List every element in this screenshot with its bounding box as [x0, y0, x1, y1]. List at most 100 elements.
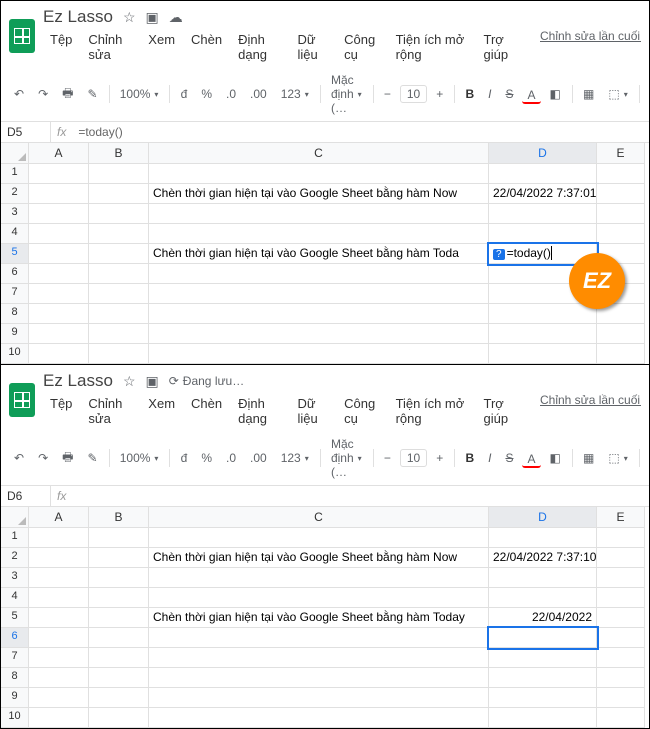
textcolor-button[interactable]: A: [522, 449, 540, 468]
undo-icon[interactable]: ↶: [9, 84, 29, 104]
namebox[interactable]: D5: [1, 122, 51, 142]
numfmt-button[interactable]: 123: [276, 448, 314, 468]
selectall-corner[interactable]: [1, 507, 29, 528]
strike-button[interactable]: S: [500, 448, 518, 468]
move-icon[interactable]: ▣: [146, 373, 159, 390]
col-C[interactable]: C: [149, 143, 489, 164]
fontsize-dec[interactable]: −: [379, 84, 396, 104]
bold-button[interactable]: B: [460, 84, 479, 104]
numfmt-button[interactable]: 123: [276, 84, 314, 104]
row-9[interactable]: 9: [1, 688, 29, 708]
redo-icon[interactable]: ↷: [33, 448, 53, 468]
percent-button[interactable]: %: [196, 84, 217, 104]
row-6[interactable]: 6: [1, 264, 29, 284]
dec-more-button[interactable]: .00: [245, 84, 272, 104]
undo-icon[interactable]: ↶: [9, 448, 29, 468]
spreadsheet-grid[interactable]: A B C D E 1 2Chèn thời gian hiện tại vào…: [1, 143, 649, 364]
last-edit-link[interactable]: Chỉnh sửa lần cuối vài giâ: [540, 29, 641, 65]
move-icon[interactable]: ▣: [146, 9, 159, 26]
font-dropdown[interactable]: Mặc định (…: [326, 434, 367, 482]
currency-button[interactable]: đ: [176, 84, 193, 104]
selectall-corner[interactable]: [1, 143, 29, 164]
row-4[interactable]: 4: [1, 224, 29, 244]
zoom-dropdown[interactable]: 100%: [115, 448, 164, 468]
fillcolor-icon[interactable]: ◧: [545, 448, 566, 468]
menu-extensions[interactable]: Tiện ích mở rộng: [389, 29, 475, 65]
cell-C5[interactable]: Chèn thời gian hiện tại vào Google Sheet…: [149, 244, 489, 264]
formula-input[interactable]: [72, 486, 649, 506]
col-A[interactable]: A: [29, 507, 89, 528]
col-B[interactable]: B: [89, 143, 149, 164]
menu-insert[interactable]: Chèn: [184, 393, 229, 429]
cell-D2[interactable]: 22/04/2022 7:37:10: [489, 548, 597, 568]
fontsize-dec[interactable]: −: [379, 448, 396, 468]
row-7[interactable]: 7: [1, 648, 29, 668]
cell-D6[interactable]: [489, 628, 597, 648]
menu-tools[interactable]: Công cụ: [337, 29, 386, 65]
fontsize-inc[interactable]: +: [431, 448, 448, 468]
menu-tools[interactable]: Công cụ: [337, 393, 386, 429]
last-edit-link[interactable]: Chỉnh sửa lần cuối vài giâ: [540, 393, 641, 429]
menu-help[interactable]: Trợ giúp: [477, 393, 526, 429]
dec-less-button[interactable]: .0: [221, 448, 241, 468]
row-2[interactable]: 2: [1, 548, 29, 568]
menu-insert[interactable]: Chèn: [184, 29, 229, 65]
col-E[interactable]: E: [597, 143, 645, 164]
menu-view[interactable]: Xem: [141, 393, 182, 429]
row-5[interactable]: 5: [1, 244, 29, 264]
dec-less-button[interactable]: .0: [221, 84, 241, 104]
dec-more-button[interactable]: .00: [245, 448, 272, 468]
cell-C2[interactable]: Chèn thời gian hiện tại vào Google Sheet…: [149, 184, 489, 204]
row-3[interactable]: 3: [1, 204, 29, 224]
paintformat-icon[interactable]: ✎: [82, 448, 102, 468]
merge-icon[interactable]: ⬚: [603, 84, 632, 104]
fillcolor-icon[interactable]: ◧: [545, 84, 566, 104]
fontsize-value[interactable]: 10: [400, 449, 427, 467]
menu-file[interactable]: Tệp: [43, 393, 79, 429]
sheets-logo[interactable]: [9, 19, 35, 53]
row-9[interactable]: 9: [1, 324, 29, 344]
bold-button[interactable]: B: [460, 448, 479, 468]
font-dropdown[interactable]: Mặc định (…: [326, 70, 367, 118]
italic-button[interactable]: I: [483, 448, 496, 468]
fontsize-inc[interactable]: +: [431, 84, 448, 104]
doc-title[interactable]: Ez Lasso: [43, 371, 113, 391]
row-6[interactable]: 6: [1, 628, 29, 648]
cell-D2[interactable]: 22/04/2022 7:37:01: [489, 184, 597, 204]
zoom-dropdown[interactable]: 100%: [115, 84, 164, 104]
row-10[interactable]: 10: [1, 708, 29, 728]
menu-help[interactable]: Trợ giúp: [477, 29, 526, 65]
strike-button[interactable]: S: [500, 84, 518, 104]
col-D[interactable]: D: [489, 507, 597, 528]
paintformat-icon[interactable]: ✎: [82, 84, 102, 104]
print-icon[interactable]: 🖶: [57, 81, 78, 108]
col-D[interactable]: D: [489, 143, 597, 164]
merge-icon[interactable]: ⬚: [603, 448, 632, 468]
currency-button[interactable]: đ: [176, 448, 193, 468]
menu-format[interactable]: Định dạng: [231, 393, 288, 429]
row-10[interactable]: 10: [1, 344, 29, 364]
menu-format[interactable]: Định dạng: [231, 29, 288, 65]
print-icon[interactable]: 🖶: [57, 445, 78, 472]
cloud-icon[interactable]: ☁: [169, 9, 183, 26]
namebox[interactable]: D6: [1, 486, 51, 506]
menu-edit[interactable]: Chỉnh sửa: [81, 393, 139, 429]
row-4[interactable]: 4: [1, 588, 29, 608]
borders-icon[interactable]: ▦: [578, 84, 599, 104]
italic-button[interactable]: I: [483, 84, 496, 104]
col-E[interactable]: E: [597, 507, 645, 528]
menu-data[interactable]: Dữ liệu: [290, 29, 335, 65]
textcolor-button[interactable]: A: [522, 85, 540, 104]
doc-title[interactable]: Ez Lasso: [43, 7, 113, 27]
col-A[interactable]: A: [29, 143, 89, 164]
col-C[interactable]: C: [149, 507, 489, 528]
menu-data[interactable]: Dữ liệu: [290, 393, 335, 429]
row-7[interactable]: 7: [1, 284, 29, 304]
row-3[interactable]: 3: [1, 568, 29, 588]
cell-D5[interactable]: 22/04/2022: [489, 608, 597, 628]
row-5[interactable]: 5: [1, 608, 29, 628]
star-icon[interactable]: ☆: [123, 9, 136, 26]
menu-view[interactable]: Xem: [141, 29, 182, 65]
percent-button[interactable]: %: [196, 448, 217, 468]
redo-icon[interactable]: ↷: [33, 84, 53, 104]
